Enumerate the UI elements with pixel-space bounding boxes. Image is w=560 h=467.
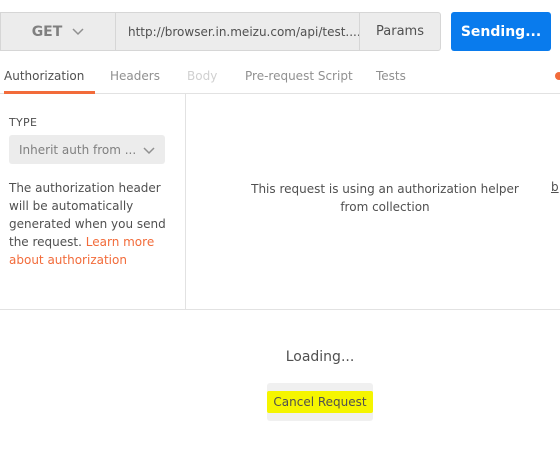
- tab-tests[interactable]: Tests: [376, 62, 406, 94]
- collection-link[interactable]: b: [551, 180, 559, 194]
- tab-body[interactable]: Body: [187, 62, 217, 94]
- tab-headers[interactable]: Headers: [110, 62, 160, 94]
- cancel-request-label: Cancel Request: [267, 391, 373, 413]
- divider: [0, 309, 560, 310]
- url-input[interactable]: http://browser.in.meizu.com/api/test....: [116, 12, 360, 51]
- auth-type-select[interactable]: Inherit auth from ...: [9, 135, 165, 164]
- auth-type-panel: TYPE Inherit auth from ... The authoriza…: [0, 94, 186, 310]
- request-tabs: Authorization Headers Body Pre-request S…: [0, 62, 560, 94]
- auth-helper-message: This request is using an authorization h…: [251, 182, 519, 214]
- request-view: GET http://browser.in.meizu.com/api/test…: [0, 0, 560, 467]
- auth-description: The authorization header will be automat…: [9, 179, 179, 269]
- method-select[interactable]: GET: [0, 12, 116, 51]
- method-label: GET: [31, 23, 63, 40]
- chevron-down-icon: [72, 27, 84, 36]
- tab-indicator-dot: [555, 72, 560, 80]
- type-label: TYPE: [9, 116, 38, 129]
- auth-type-value: Inherit auth from ...: [19, 142, 137, 157]
- tab-pre-request-script[interactable]: Pre-request Script: [245, 62, 353, 94]
- cancel-request-button[interactable]: Cancel Request: [267, 383, 373, 421]
- send-button[interactable]: Sending...: [451, 12, 551, 51]
- loading-text: Loading...: [285, 349, 355, 365]
- tab-authorization[interactable]: Authorization: [4, 62, 95, 94]
- params-button[interactable]: Params: [359, 12, 441, 51]
- chevron-down-icon: [143, 144, 155, 158]
